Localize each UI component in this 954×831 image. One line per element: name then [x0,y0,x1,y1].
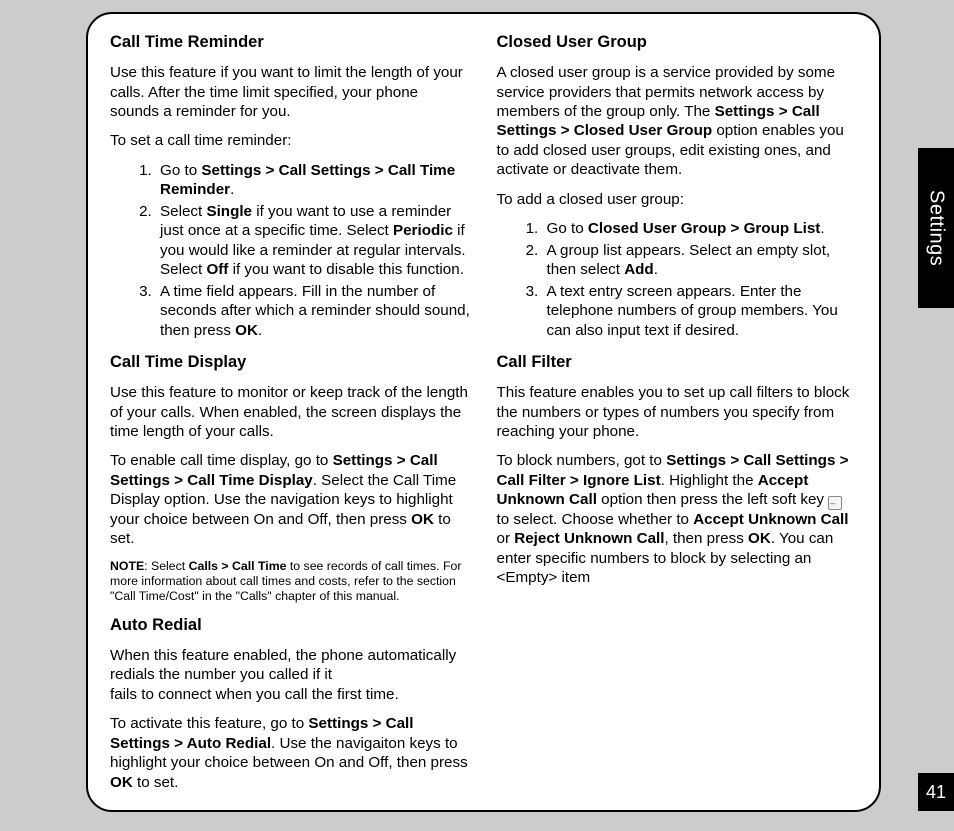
heading-call-filter: Call Filter [497,352,858,373]
list-item: Go to Settings > Call Settings > Call Ti… [156,161,471,200]
paragraph: This feature enables you to set up call … [497,383,858,441]
option-periodic: Periodic [393,222,453,239]
key-ok: OK [748,530,771,547]
paragraph: fails to connect when you call the first… [110,685,471,704]
heading-auto-redial: Auto Redial [110,615,471,636]
option-accept-unknown: Accept Unknown Call [693,511,848,528]
ordered-list: Go to Settings > Call Settings > Call Ti… [110,161,471,340]
paragraph: Use this feature to monitor or keep trac… [110,383,471,441]
text: A time field appears. Fill in the number… [160,283,470,339]
note-block: NOTE: Select Calls > Call Time to see re… [110,559,471,605]
heading-call-time-display: Call Time Display [110,352,471,373]
heading-call-time-reminder: Call Time Reminder [110,32,471,53]
menu-path: Calls > Call Time [189,559,287,573]
menu-path: Closed User Group > Group List [588,220,821,237]
text: , then press [664,530,748,547]
text: A group list appears. Select an empty sl… [547,242,831,278]
text: : Select [144,559,188,573]
paragraph: Use this feature if you want to limit th… [110,63,471,121]
text: or [497,530,515,547]
key-ok: OK [235,322,258,339]
paragraph: To block numbers, got to Settings > Call… [497,451,858,587]
text: option then press the left soft key [597,491,828,508]
list-item: Select Single if you want to use a remin… [156,202,471,280]
page-number: 41 [918,773,954,811]
text: . [820,220,824,237]
paragraph: To set a call time reminder: [110,131,471,150]
text: To enable call time display, go to [110,452,333,469]
menu-path: Settings > Call Settings > Call Time Rem… [160,162,455,198]
text: to set. [133,774,179,791]
softkey-icon: – [828,496,842,510]
note-label: NOTE [110,559,144,573]
list-item: A text entry screen appears. Enter the t… [543,282,858,340]
list-item: A group list appears. Select an empty sl… [543,241,858,280]
paragraph: To enable call time display, go to Setti… [110,451,471,548]
heading-closed-user-group: Closed User Group [497,32,858,53]
paragraph: When this feature enabled, the phone aut… [110,646,471,685]
option-add: Add [624,261,654,278]
text: . Highlight the [661,472,758,489]
paragraph: To activate this feature, go to Settings… [110,714,471,792]
text: . [654,261,658,278]
text: if you want to disable this function. [228,261,464,278]
option-reject-unknown: Reject Unknown Call [514,530,664,547]
paragraph: To add a closed user group: [497,190,858,209]
section-tab-settings: Settings [918,148,954,308]
text: Go to [160,162,201,179]
list-item: A time field appears. Fill in the number… [156,282,471,340]
text: . [258,322,262,339]
text: to select. Choose whether to [497,511,694,528]
option-single: Single [206,203,252,220]
ordered-list: Go to Closed User Group > Group List. A … [497,219,858,340]
text: Select [160,203,206,220]
key-ok: OK [411,511,434,528]
key-ok: OK [110,774,133,791]
text: Go to [547,220,588,237]
manual-page: Call Time Reminder Use this feature if y… [86,12,881,812]
list-item: Go to Closed User Group > Group List. [543,219,858,238]
option-off: Off [206,261,228,278]
text: To block numbers, got to [497,452,667,469]
text: . [230,181,234,198]
text: To activate this feature, go to [110,715,308,732]
two-column-body: Call Time Reminder Use this feature if y… [110,32,857,796]
paragraph: A closed user group is a service provide… [497,63,858,180]
